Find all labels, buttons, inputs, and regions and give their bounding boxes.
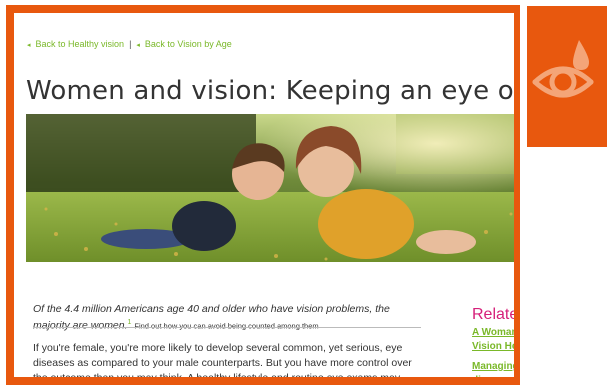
chevron-left-icon: ◂ [136,42,140,49]
chevron-left-icon: ◂ [27,42,31,49]
breadcrumb-link-vision-by-age[interactable]: ◂ Back to Vision by Age [136,39,231,49]
breadcrumb-link-healthy-vision[interactable]: ◂ Back to Healthy vision [27,39,124,49]
related-link-managing-disease[interactable]: Managing disease [472,360,514,377]
lead-paragraph: Of the 4.4 million Americans age 40 and … [33,302,390,332]
hero-image [26,114,514,262]
footnote-marker[interactable]: 1 [128,319,132,326]
eye-drop-icon [532,40,594,98]
page-frame: ◂ Back to Healthy vision | ◂ Back to Vision … [6,5,520,385]
brand-tab [527,6,607,147]
page-title: Women and vision: Keeping an eye on your… [26,76,514,107]
related-link-women-vision[interactable]: A Woman Vision He [472,326,514,354]
divider [33,327,421,328]
related-heading: Relate [472,306,519,323]
breadcrumb-separator: | [129,39,132,49]
footnote-text: Find out how you can avoid being counted… [134,321,319,330]
breadcrumb: ◂ Back to Healthy vision | ◂ Back to Vision … [27,39,232,49]
article-body: If you're female, you're more likely to … [33,342,412,384]
